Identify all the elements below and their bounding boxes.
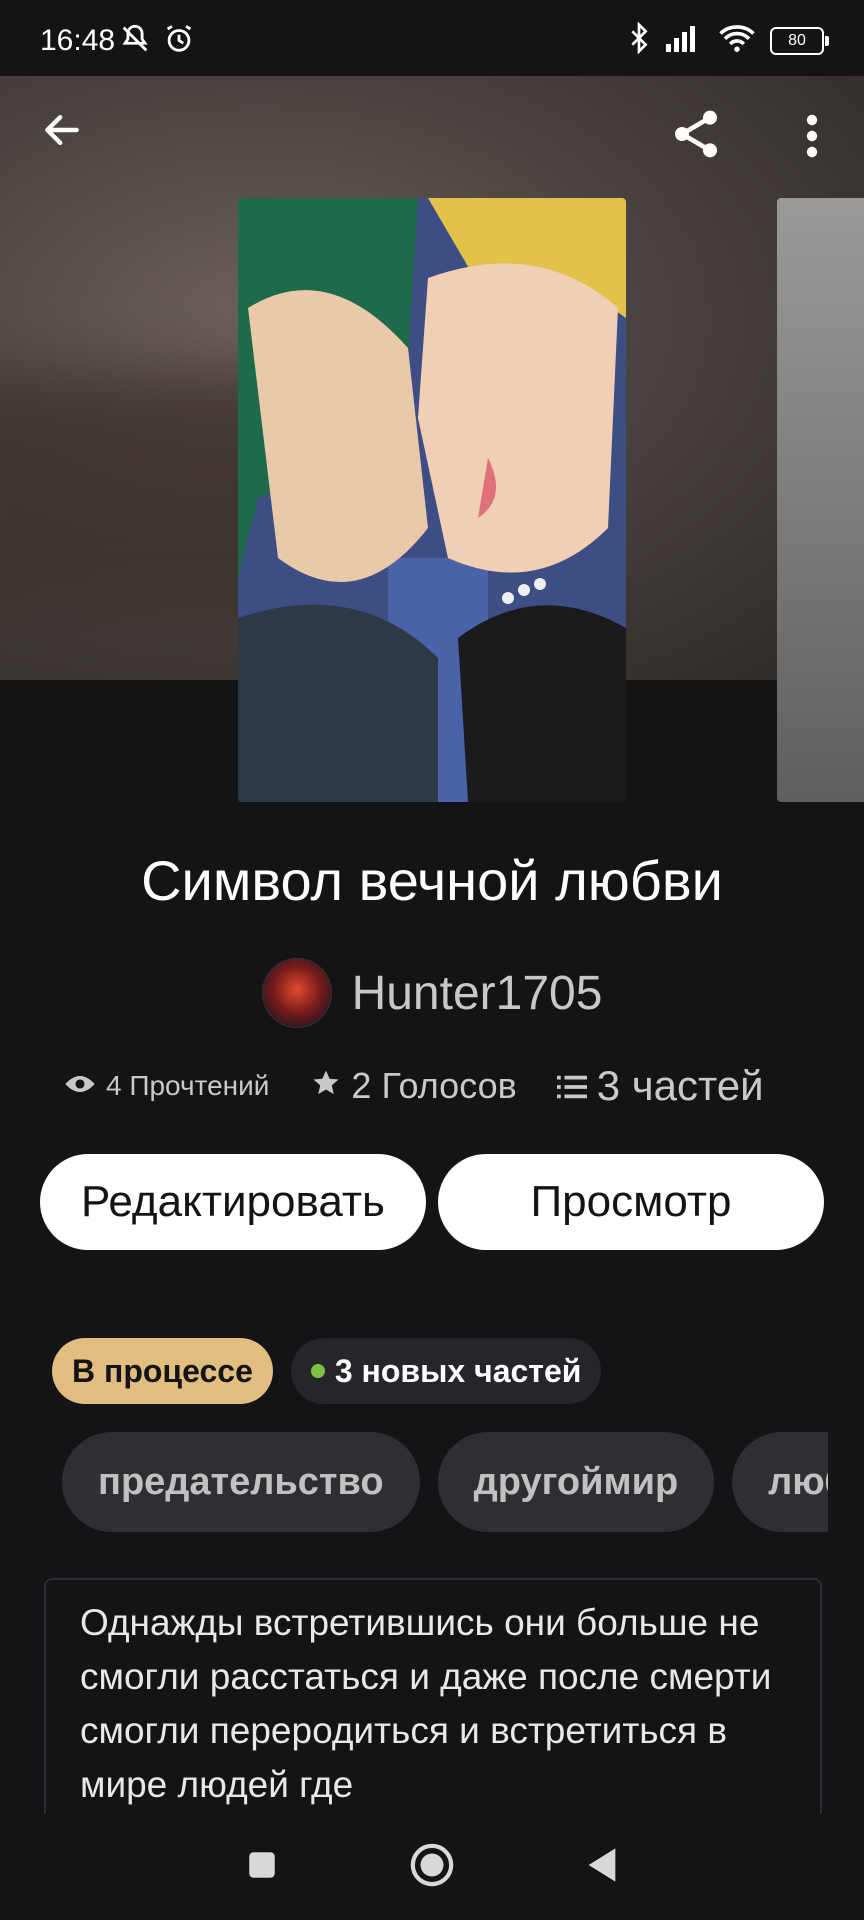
story-cover-image[interactable] — [238, 198, 626, 802]
new-parts-label: 3 новых частей — [334, 1352, 582, 1389]
tag-chip[interactable]: любовь — [732, 1432, 828, 1532]
bluetooth-icon — [628, 21, 650, 59]
mute-icon — [118, 22, 152, 61]
votes-count: 2 Голосов — [351, 1065, 517, 1106]
more-options-button[interactable] — [794, 112, 830, 165]
avatar[interactable] — [261, 958, 332, 1028]
alarm-icon — [162, 22, 196, 61]
more-vert-icon — [794, 114, 830, 164]
stats-row: 4 Прочтений 2 Голосов 3 частей — [64, 1062, 824, 1110]
new-dot-icon — [310, 1364, 325, 1378]
share-button[interactable] — [668, 106, 724, 167]
reads-count: 4 Прочтений — [106, 1070, 270, 1101]
author-row[interactable]: Hunter1705 — [0, 958, 864, 1028]
author-name[interactable]: Hunter1705 — [352, 966, 603, 1021]
tag-chip[interactable]: другоймир — [437, 1432, 715, 1532]
share-icon — [668, 110, 724, 166]
system-nav-bar — [0, 1814, 864, 1920]
status-badge: В процессе — [52, 1338, 273, 1404]
parts-count[interactable]: 3 частей — [597, 1062, 764, 1110]
view-button[interactable]: Просмотр — [438, 1154, 824, 1250]
description-box[interactable]: Однажды встретившись они больше не смогл… — [44, 1578, 822, 1822]
new-parts-badge[interactable]: 3 новых частей — [290, 1338, 602, 1404]
battery-icon: 80 — [770, 26, 829, 55]
votes-stat: 2 Голосов — [311, 1065, 517, 1107]
next-cover-image[interactable] — [777, 198, 864, 802]
eye-icon — [64, 1070, 96, 1102]
home-button[interactable] — [409, 1842, 455, 1893]
recents-button[interactable] — [245, 1848, 279, 1887]
story-title: Символ вечной любви — [141, 849, 723, 912]
story-description: Однажды встретившись они больше не смогл… — [80, 1602, 772, 1805]
status-time: 16:48 — [40, 24, 116, 57]
star-icon — [311, 1065, 341, 1107]
list-icon — [556, 1062, 587, 1110]
status-bar: 16:48 80 — [0, 0, 864, 76]
tag-chip[interactable]: предательство — [62, 1432, 420, 1532]
back-arrow-icon — [40, 114, 84, 156]
back-button[interactable] — [40, 108, 84, 157]
back-nav-button[interactable] — [585, 1845, 619, 1890]
parts-stat[interactable]: 3 частей — [556, 1062, 764, 1110]
edit-button[interactable]: Редактировать — [40, 1154, 426, 1250]
wifi-icon — [718, 23, 756, 58]
reads-stat: 4 Прочтений — [64, 1070, 269, 1102]
tags-scroller[interactable]: предательство другоймир любовь — [62, 1432, 828, 1532]
signal-icon — [664, 24, 704, 57]
